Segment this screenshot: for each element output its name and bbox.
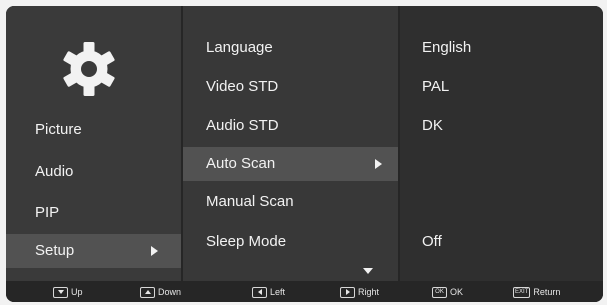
- hint-label: Up: [71, 287, 83, 297]
- key-hint-bar: Up Down Left Right OK OK EXIT Return: [6, 283, 603, 302]
- hint-down: Down: [140, 285, 181, 299]
- hint-label: Down: [158, 287, 182, 297]
- chevron-right-icon: [375, 159, 382, 169]
- menu-item-label: Video STD: [206, 78, 279, 95]
- left-key-icon: [252, 286, 267, 298]
- hint-return: EXIT Return: [513, 285, 560, 299]
- menu-item-label: Picture: [35, 121, 82, 138]
- down-key-icon: [53, 286, 68, 298]
- hint-label: Right: [358, 287, 380, 297]
- value-language: English: [400, 31, 603, 65]
- scroll-down-icon[interactable]: [363, 268, 373, 274]
- value-sleep-mode: Off: [400, 225, 603, 259]
- setup-item-manual-scan[interactable]: Manual Scan: [183, 185, 398, 219]
- value-label: PAL: [422, 78, 450, 95]
- hint-up: Up: [53, 285, 83, 299]
- main-menu-item-audio[interactable]: Audio: [6, 155, 181, 189]
- setup-item-video-std[interactable]: Video STD: [183, 70, 398, 104]
- setup-menu: Language Video STD Audio STD Auto Scan M…: [183, 6, 398, 281]
- menu-item-label: Setup: [35, 242, 75, 259]
- up-key-icon: [140, 286, 155, 298]
- setup-item-sleep-mode[interactable]: Sleep Mode: [183, 225, 398, 259]
- setup-item-language[interactable]: Language: [183, 31, 398, 65]
- main-menu-item-picture[interactable]: Picture: [6, 113, 181, 147]
- main-menu: Picture Audio PIP Setup: [6, 6, 181, 281]
- right-key-icon: [340, 286, 355, 298]
- menu-item-label: Auto Scan: [206, 155, 276, 172]
- hint-label: Left: [270, 287, 286, 297]
- value-label: DK: [422, 117, 443, 134]
- value-audio-std: DK: [400, 109, 603, 143]
- menu-item-label: Audio STD: [206, 117, 279, 134]
- hint-ok: OK OK: [432, 285, 463, 299]
- value-video-std: PAL: [400, 70, 603, 104]
- hint-left: Left: [252, 285, 285, 299]
- chevron-right-icon: [151, 246, 158, 256]
- main-menu-item-pip[interactable]: PIP: [6, 196, 181, 230]
- setup-item-auto-scan[interactable]: Auto Scan: [183, 147, 398, 181]
- hint-label: Return: [533, 287, 561, 297]
- hint-label: OK: [450, 287, 464, 297]
- setup-values: English PAL DK Off: [400, 6, 603, 281]
- menu-item-label: PIP: [35, 204, 60, 221]
- menu-item-label: Audio: [35, 163, 74, 180]
- menu-item-label: Language: [206, 39, 273, 56]
- menu-item-label: Sleep Mode: [206, 233, 287, 250]
- value-label: English: [422, 39, 472, 56]
- hint-right: Right: [340, 285, 379, 299]
- menu-item-label: Manual Scan: [206, 193, 294, 210]
- setup-item-audio-std[interactable]: Audio STD: [183, 109, 398, 143]
- osd-menu: Picture Audio PIP Setup Language Video S…: [6, 6, 603, 302]
- gear-icon: [63, 42, 115, 96]
- main-menu-item-setup[interactable]: Setup: [6, 234, 181, 268]
- ok-key-icon: OK: [432, 286, 447, 298]
- value-label: Off: [422, 233, 442, 250]
- exit-key-icon: EXIT: [513, 286, 531, 298]
